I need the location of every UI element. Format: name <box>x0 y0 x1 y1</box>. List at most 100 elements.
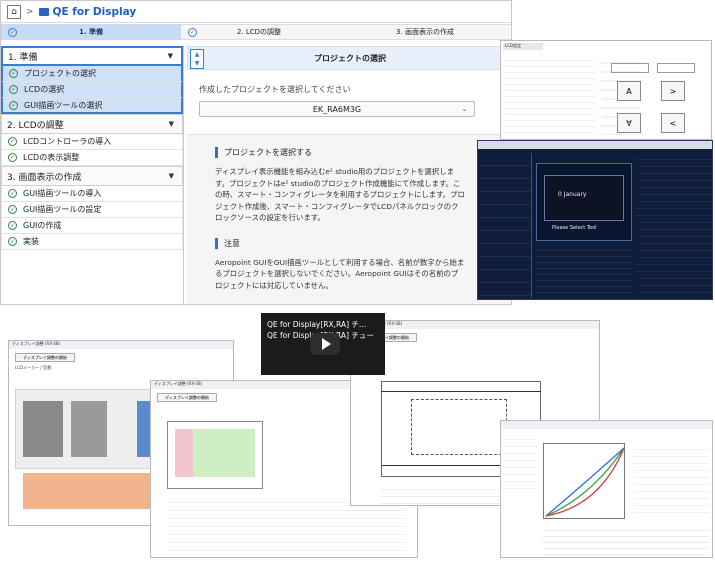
step-3-tab[interactable]: 3. 画面表示の作成 <box>337 24 511 40</box>
prev-next-stepper[interactable]: ▲ ▼ <box>190 49 204 69</box>
sidebar-item-gui-tool-settings[interactable]: ✓ GUI描画ツールの設定 <box>1 202 183 218</box>
gamma-controls <box>633 443 709 519</box>
gui-tool-select-text: Please Select Tool <box>552 225 597 231</box>
check-circle-icon: ✓ <box>8 221 17 230</box>
sidebar-item-gui-create[interactable]: ✓ GUIの作成 <box>1 218 183 234</box>
sidebar-item-label: GUI描画ツールの導入 <box>23 189 102 198</box>
step-1-label: 1. 準備 <box>79 28 103 36</box>
caret-down-icon: ▼ <box>168 120 174 128</box>
sidebar-item-lcd-select[interactable]: ✓ LCDの選択 <box>1 82 183 98</box>
title-bar: ⌂ > QE for Display <box>1 1 511 23</box>
lcd-timing-screenshot: LCD設定 A > ∀ < <box>500 40 712 140</box>
sidebar-item-gui-tool-select[interactable]: ✓ GUI描画ツールの選択 <box>1 98 183 114</box>
sidebar-item-label: LCDの選択 <box>24 85 65 94</box>
tab-label: ディスプレイ調整 (RX-SB) <box>9 341 233 349</box>
help-text-note: Aeropoint GUIをGUI描画ツールとして利用する場合、名前が数字から始… <box>215 257 465 290</box>
preview-box-2 <box>657 63 695 73</box>
section-label: 3. 画面表示の作成 <box>7 172 82 183</box>
gamma-curves <box>545 447 625 517</box>
chevron-down-icon[interactable]: ▼ <box>195 60 200 67</box>
monitor-icon <box>38 7 49 16</box>
start-adjust-button[interactable]: ディスプレイ調整の開始 <box>15 353 75 362</box>
button-inverse-a[interactable]: ∀ <box>617 113 641 133</box>
gui-tool-toolbar <box>478 141 712 149</box>
button-forward[interactable]: > <box>661 81 685 101</box>
sidebar-item-label: LCDコントローラの導入 <box>23 137 112 146</box>
help-heading-note: 注意 <box>215 237 511 249</box>
sidebar-item-label: GUI描画ツールの設定 <box>23 205 102 214</box>
main-panel: ▲ ▼ プロジェクトの選択 作成したプロジェクトを選択してください EK_RA6… <box>187 46 511 304</box>
qe-display-window: ⌂ > QE for Display ✓ 1. 準備 ✓ 2. LCDの調整 3… <box>0 0 512 305</box>
main-header: ▲ ▼ プロジェクトの選択 <box>187 46 511 70</box>
project-dropdown[interactable]: EK_RA6M3G ⌄ <box>199 101 475 117</box>
tutorial-video[interactable]: QE for Display[RX,RA] チ… QE for Display[… <box>261 313 385 375</box>
chevron-up-icon[interactable]: ▲ <box>195 51 200 58</box>
gamma-table <box>543 525 709 557</box>
play-button[interactable] <box>310 333 340 355</box>
step-progress: ✓ 1. 準備 ✓ 2. LCDの調整 3. 画面表示の作成 <box>1 24 511 40</box>
check-circle-icon: ✓ <box>8 189 17 198</box>
left-nav <box>503 433 537 493</box>
gui-tool-screenshot: 0 January Please Select Tool <box>477 140 713 300</box>
gamma-curve-screenshot <box>500 420 713 558</box>
sidebar-item-label: GUI描画ツールの選択 <box>24 100 103 110</box>
check-circle-icon: ✓ <box>9 100 18 110</box>
sidebar-section-prepare[interactable]: 1. 準備 ▼ <box>1 46 183 66</box>
sidebar-item-label: GUIの作成 <box>23 221 62 230</box>
help-text-select-project: ディスプレイ表示機能を組み込むe² studio用のプロジェクトを選択します。プ… <box>215 167 465 222</box>
diagram-block-graphics <box>23 401 63 457</box>
help-heading-select-project: プロジェクトを選択する <box>215 147 511 158</box>
sidebar-section-screen-create[interactable]: 3. 画面表示の作成 ▼ <box>1 166 183 186</box>
step-2-label: 2. LCDの調整 <box>236 28 282 36</box>
sidebar-item-label: LCDの表示調整 <box>23 153 80 162</box>
toolbar <box>501 421 712 429</box>
dropdown-value: EK_RA6M3G <box>312 104 362 114</box>
step-2-tab[interactable]: ✓ 2. LCDの調整 <box>181 24 337 40</box>
project-prompt: 作成したプロジェクトを選択してください <box>199 85 351 94</box>
video-title-line1: QE for Display[RX,RA] チ… <box>267 320 367 329</box>
section-label: 1. 準備 <box>8 52 38 63</box>
step-1-tab[interactable]: ✓ 1. 準備 <box>1 24 181 40</box>
check-circle-icon: ✓ <box>9 85 18 94</box>
caret-down-icon: ▼ <box>168 172 174 180</box>
tab-label: ディスプレイ調整 (RX-SB) <box>351 321 599 329</box>
sidebar-item-implement[interactable]: ✓ 実装 <box>1 234 183 250</box>
sidebar-item-lcd-display-adjust[interactable]: ✓ LCDの表示調整 <box>1 150 183 166</box>
chevron-down-icon: ⌄ <box>461 104 468 113</box>
sidebar-item-label: プロジェクトの選択 <box>24 69 96 78</box>
gui-tool-properties <box>636 153 712 298</box>
gamma-chart <box>543 443 625 519</box>
sidebar-item-lcd-controller[interactable]: ✓ LCDコントローラの導入 <box>1 134 183 150</box>
gui-tool-palette <box>480 153 532 298</box>
waveform-line-top <box>381 391 541 392</box>
check-circle-icon: ✓ <box>8 153 17 162</box>
check-circle-icon: ✓ <box>8 237 17 246</box>
sidebar-item-project-select[interactable]: ✓ プロジェクトの選択 <box>1 66 183 82</box>
home-icon[interactable]: ⌂ <box>7 4 21 19</box>
check-circle-icon: ✓ <box>8 137 17 146</box>
sidebar-item-label: 実装 <box>23 237 39 246</box>
button-back[interactable]: < <box>661 113 685 133</box>
check-circle-icon: ✓ <box>8 205 17 214</box>
start-adjust-button[interactable]: ディスプレイ調整の開始 <box>157 393 217 402</box>
caret-down-icon: ▼ <box>167 52 173 60</box>
diagram-block-orange <box>23 473 165 509</box>
preview-pink <box>175 429 193 477</box>
app-title: QE for Display <box>52 5 137 18</box>
main-header-title: プロジェクトの選択 <box>314 53 386 63</box>
settings-list <box>505 55 595 135</box>
sidebar-section-lcd-adjust[interactable]: 2. LCDの調整 ▼ <box>1 114 183 134</box>
gui-tool-clock-text: 0 January <box>558 191 587 198</box>
help-content: プロジェクトを選択する ディスプレイ表示機能を組み込むe² studio用のプロ… <box>187 134 511 304</box>
play-icon <box>321 338 331 350</box>
sidebar-item-gui-tool-install[interactable]: ✓ GUI描画ツールの導入 <box>1 186 183 202</box>
sidebar: 1. 準備 ▼ ✓ プロジェクトの選択 ✓ LCDの選択 ✓ GUI描画ツールの… <box>1 46 184 304</box>
preview-box-1 <box>611 63 649 73</box>
lcd-vendor-label: LCDメーカー / 型番: <box>15 365 53 370</box>
button-a[interactable]: A <box>617 81 641 101</box>
panel-tab: LCD設定 <box>503 43 543 50</box>
check-icon: ✓ <box>188 27 197 37</box>
check-circle-icon: ✓ <box>9 69 18 78</box>
waveform-inner <box>411 399 507 455</box>
gui-tool-list <box>536 245 632 297</box>
